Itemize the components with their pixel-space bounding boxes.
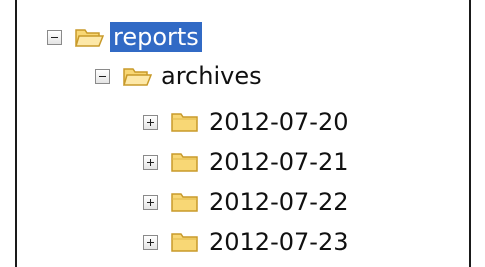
expand-toggle-icon[interactable] — [143, 194, 158, 210]
tree-node-reports[interactable]: reports — [47, 18, 202, 56]
expand-toggle-icon[interactable] — [143, 154, 158, 170]
tree-node-archives[interactable]: archives — [95, 57, 265, 95]
tree-node-label[interactable]: 2012-07-23 — [206, 227, 351, 257]
folder-closed-icon — [171, 193, 198, 212]
tree-node-2012-07-21[interactable]: 2012-07-21 — [143, 143, 351, 181]
tree-node-2012-07-20[interactable]: 2012-07-20 — [143, 103, 351, 141]
tree-node-label[interactable]: 2012-07-22 — [206, 187, 351, 217]
tree-node-2012-07-22[interactable]: 2012-07-22 — [143, 183, 351, 221]
collapse-toggle-icon[interactable] — [47, 29, 62, 45]
folder-closed-icon — [171, 153, 198, 172]
folder-open-icon — [122, 68, 152, 86]
folder-open-icon — [74, 29, 104, 47]
tree-node-2012-07-23[interactable]: 2012-07-23 — [143, 223, 351, 261]
tree-node-label[interactable]: reports — [110, 22, 202, 52]
folder-tree-panel: reports archives 2012-07-20 2012-07-21 2… — [15, 0, 471, 267]
folder-closed-icon — [171, 113, 198, 132]
expand-toggle-icon[interactable] — [143, 114, 158, 130]
tree-node-label[interactable]: 2012-07-21 — [206, 147, 351, 177]
collapse-toggle-icon[interactable] — [95, 68, 110, 84]
folder-closed-icon — [171, 233, 198, 252]
tree-node-label[interactable]: 2012-07-20 — [206, 107, 351, 137]
tree-node-label[interactable]: archives — [158, 61, 265, 91]
expand-toggle-icon[interactable] — [143, 234, 158, 250]
